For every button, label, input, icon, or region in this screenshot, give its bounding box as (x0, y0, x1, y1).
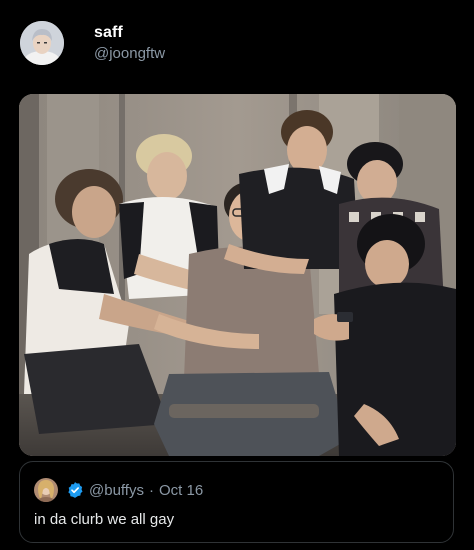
verified-badge-icon (66, 481, 84, 499)
quoted-tweet-text: in da clurb we all gay (34, 511, 175, 528)
quoted-author-avatar[interactable] (34, 478, 58, 502)
tweet-header: saff @joongftw (20, 20, 165, 66)
quoted-date[interactable]: Oct 16 (159, 482, 203, 499)
quoted-author-handle[interactable]: @buffys (89, 482, 144, 499)
quoted-tweet[interactable]: @buffys · Oct 16 in da clurb we all gay (19, 461, 454, 543)
author-avatar[interactable] (20, 21, 64, 65)
quoted-separator: · (148, 481, 154, 499)
quoted-tweet-header: @buffys · Oct 16 (34, 478, 203, 502)
tweet-media-photo[interactable] (19, 94, 456, 456)
group-photo (19, 94, 456, 456)
author-handle[interactable]: @joongftw (94, 45, 165, 62)
author-display-name[interactable]: saff (94, 24, 165, 42)
avatar-icon (34, 478, 58, 502)
avatar-icon (20, 21, 64, 65)
